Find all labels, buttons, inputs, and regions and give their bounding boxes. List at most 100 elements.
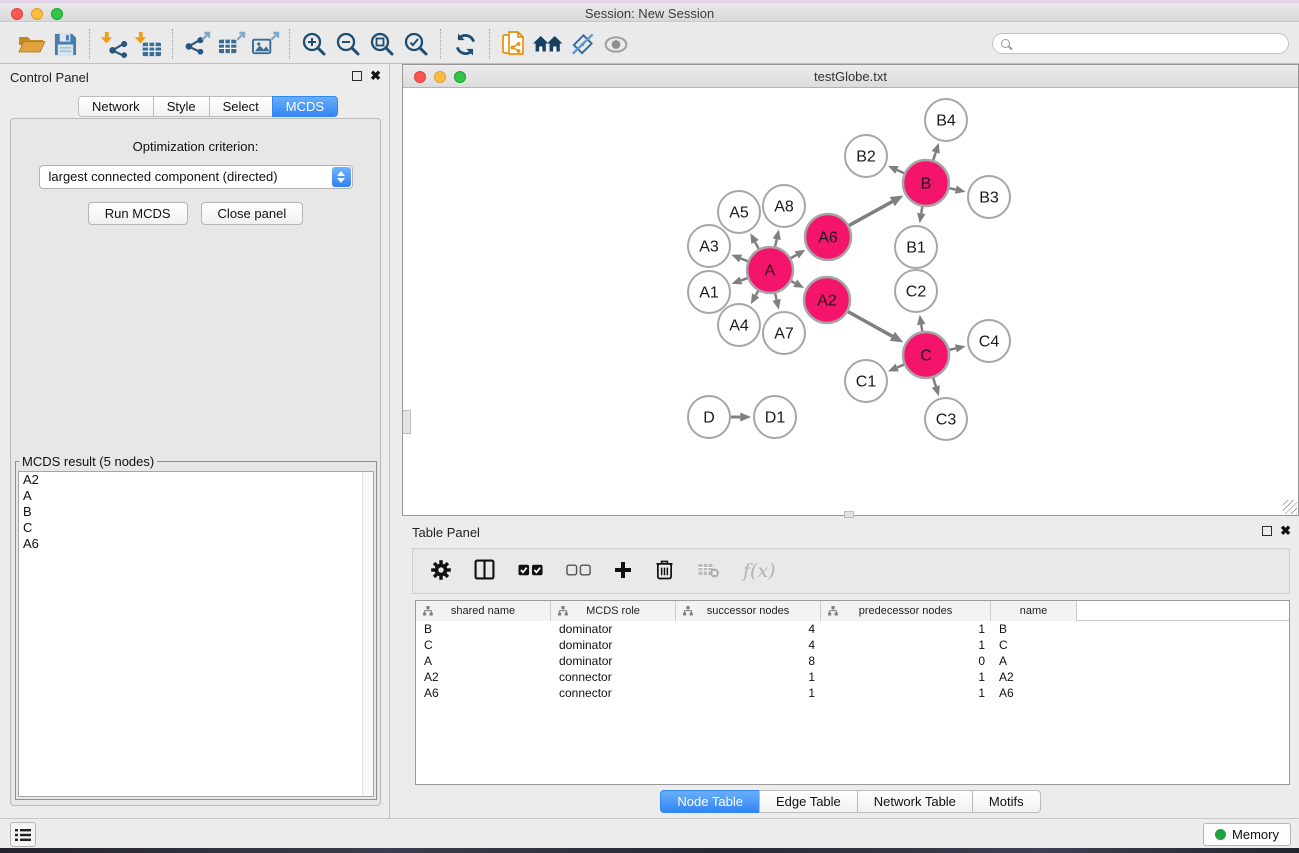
- run-mcds-button[interactable]: Run MCDS: [88, 202, 188, 225]
- graph-edge[interactable]: [741, 278, 747, 280]
- graph-edge[interactable]: [933, 378, 936, 387]
- column-header-shared-name[interactable]: shared name: [416, 601, 551, 621]
- zoom-fit-button[interactable]: [365, 28, 399, 60]
- splitter-handle[interactable]: [844, 511, 854, 518]
- table-cell[interactable]: 0: [821, 653, 991, 669]
- table-cell[interactable]: 1: [676, 669, 821, 685]
- table-cell[interactable]: 4: [676, 637, 821, 653]
- network-canvas[interactable]: B4B2BB3A8A5A6A3B1AC2A1A2A4A7C4CC1DD1C3: [403, 88, 1298, 515]
- table-row[interactable]: A2connector11A2: [416, 669, 1289, 685]
- add-column-button[interactable]: [614, 561, 632, 582]
- tab-network[interactable]: Network: [78, 96, 154, 117]
- graph-edge[interactable]: [849, 202, 892, 226]
- mcds-result-item[interactable]: A6: [19, 536, 373, 552]
- graph-edge[interactable]: [791, 255, 797, 258]
- network-window-titlebar[interactable]: testGlobe.txt: [403, 65, 1298, 88]
- criterion-dropdown[interactable]: largest connected component (directed): [39, 165, 353, 189]
- table-cell[interactable]: 8: [676, 653, 821, 669]
- search-input[interactable]: [1014, 35, 1288, 52]
- graph-edge[interactable]: [775, 239, 777, 246]
- close-panel-icon[interactable]: ✖: [370, 71, 381, 81]
- column-header-predecessor-nodes[interactable]: predecessor nodes: [821, 601, 991, 621]
- close-panel-button[interactable]: Close panel: [201, 202, 304, 225]
- zoom-selected-button[interactable]: [399, 28, 433, 60]
- export-table-button[interactable]: [214, 28, 248, 60]
- table-cell[interactable]: 1: [821, 669, 991, 685]
- table-cell[interactable]: 4: [676, 621, 821, 637]
- table-cell[interactable]: 1: [821, 621, 991, 637]
- scrollbar[interactable]: [362, 472, 373, 796]
- refresh-layout-button[interactable]: [448, 28, 482, 60]
- graph-edge[interactable]: [756, 291, 759, 295]
- float-panel-icon[interactable]: [352, 71, 362, 81]
- table-cell[interactable]: dominator: [551, 621, 676, 637]
- memory-button[interactable]: Memory: [1203, 823, 1291, 846]
- table-cell[interactable]: A2: [416, 669, 551, 685]
- table-row[interactable]: A6connector11A6: [416, 685, 1289, 701]
- table-cell[interactable]: 1: [821, 685, 991, 701]
- export-image-button[interactable]: [248, 28, 282, 60]
- tab-edge-table[interactable]: Edge Table: [759, 790, 858, 813]
- column-header-successor-nodes[interactable]: successor nodes: [676, 601, 821, 621]
- export-network-button[interactable]: [180, 28, 214, 60]
- import-table-button[interactable]: [131, 28, 165, 60]
- table-cell[interactable]: B: [991, 621, 1077, 637]
- graph-edge[interactable]: [791, 281, 795, 283]
- table-cell[interactable]: connector: [551, 685, 676, 701]
- table-cell[interactable]: C: [416, 637, 551, 653]
- graph-edge[interactable]: [921, 207, 922, 214]
- show-columns-button[interactable]: [474, 559, 495, 583]
- table-cell[interactable]: A: [991, 653, 1077, 669]
- table-cell[interactable]: C: [991, 637, 1077, 653]
- home-button[interactable]: [531, 28, 565, 60]
- table-row[interactable]: Adominator80A: [416, 653, 1289, 669]
- table-cell[interactable]: connector: [551, 669, 676, 685]
- save-session-button[interactable]: [48, 28, 82, 60]
- graph-edge[interactable]: [949, 188, 955, 189]
- mcds-result-item[interactable]: A: [19, 488, 373, 504]
- table-row[interactable]: Cdominator41C: [416, 637, 1289, 653]
- zoom-out-button[interactable]: [331, 28, 365, 60]
- table-cell[interactable]: 1: [821, 637, 991, 653]
- mcds-result-list[interactable]: A2ABCA6: [18, 471, 374, 797]
- graph-edge[interactable]: [897, 365, 904, 368]
- copy-network-button[interactable]: [497, 28, 531, 60]
- tab-network-table[interactable]: Network Table: [857, 790, 973, 813]
- birdseye-toggle[interactable]: [403, 410, 411, 434]
- graph-edge[interactable]: [897, 170, 904, 173]
- show-hide-button[interactable]: [599, 28, 633, 60]
- table-cell[interactable]: A: [416, 653, 551, 669]
- graph-edge[interactable]: [933, 152, 935, 160]
- zoom-in-button[interactable]: [297, 28, 331, 60]
- table-cell[interactable]: 1: [676, 685, 821, 701]
- import-network-button[interactable]: [97, 28, 131, 60]
- deselect-all-button[interactable]: [566, 564, 591, 579]
- tab-mcds[interactable]: MCDS: [272, 96, 338, 117]
- delete-column-button[interactable]: [655, 559, 674, 583]
- column-header-MCDS-role[interactable]: MCDS role: [551, 601, 676, 621]
- table-cell[interactable]: dominator: [551, 653, 676, 669]
- mcds-result-item[interactable]: A2: [19, 472, 373, 488]
- hide-graphics-details-button[interactable]: [565, 28, 599, 60]
- delete-table-button[interactable]: [697, 562, 720, 581]
- select-all-button[interactable]: [518, 564, 543, 579]
- float-table-panel-icon[interactable]: [1262, 526, 1272, 536]
- table-cell[interactable]: A6: [991, 685, 1077, 701]
- table-cell[interactable]: B: [416, 621, 551, 637]
- tab-motifs[interactable]: Motifs: [972, 790, 1041, 813]
- graph-edge[interactable]: [755, 242, 759, 249]
- tab-select[interactable]: Select: [209, 96, 273, 117]
- panel-list-button[interactable]: [10, 822, 36, 847]
- graph-edge[interactable]: [741, 258, 748, 261]
- graph-edge[interactable]: [921, 325, 922, 332]
- table-settings-button[interactable]: [431, 560, 451, 583]
- column-header-name[interactable]: name: [991, 601, 1077, 621]
- function-builder-button[interactable]: f(x): [743, 560, 776, 582]
- open-session-button[interactable]: [14, 28, 48, 60]
- table-cell[interactable]: dominator: [551, 637, 676, 653]
- tab-style[interactable]: Style: [153, 96, 210, 117]
- mcds-result-item[interactable]: C: [19, 520, 373, 536]
- graph-edge[interactable]: [775, 293, 776, 299]
- close-table-panel-icon[interactable]: ✖: [1280, 526, 1291, 536]
- table-cell[interactable]: A2: [991, 669, 1077, 685]
